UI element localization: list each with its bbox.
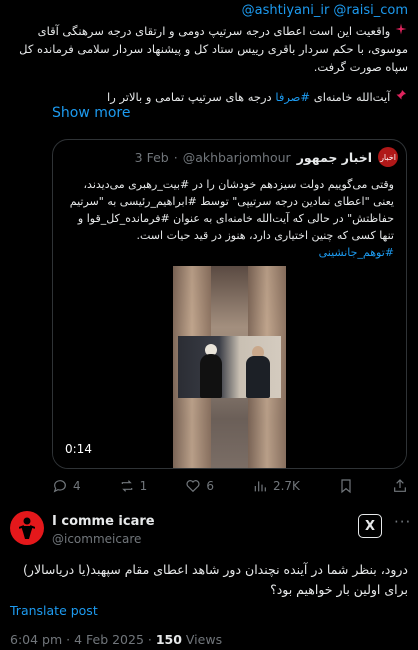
avatar[interactable] <box>10 511 44 545</box>
hashtag-link[interactable]: #صرفا <box>275 90 310 104</box>
like-action[interactable]: 6 <box>185 478 214 494</box>
reply-action[interactable]: 4 <box>52 478 81 494</box>
separator-dot: · <box>173 149 178 165</box>
repost-icon <box>121 480 132 492</box>
reply-icon <box>53 480 66 493</box>
share-action[interactable] <box>392 478 408 494</box>
quoted-hashtag[interactable]: #توهم_جانشینی <box>65 244 394 261</box>
tweet-timestamp[interactable]: 6:04 pm · 4 Feb 2025 · <box>10 632 156 647</box>
quoted-tweet[interactable]: اخبار اخبار جمهور @akhbarjomhour · 3 Feb… <box>52 139 407 469</box>
tweet-meta: 6:04 pm · 4 Feb 2025 · 150 Views <box>10 632 222 647</box>
views-count: 2.7K <box>272 479 300 493</box>
tweet-action-bar: 4 1 6 2.7K <box>52 478 408 494</box>
show-more-link[interactable]: Show more <box>52 105 131 121</box>
translate-post-link[interactable]: Translate post <box>10 603 98 618</box>
reply-tweet-text: درود، بنظر شما در آینده نچندان دور شاهد … <box>23 562 408 597</box>
grok-icon: X <box>364 518 376 534</box>
tweet-paragraph-2: آیت‌الله خامنه‌ای #صرفا درجه های سرتیپ ت… <box>10 88 408 106</box>
repost-action[interactable]: 1 <box>119 478 148 494</box>
grok-button[interactable]: X <box>358 514 382 538</box>
tweet-paragraph-2-post: درجه های سرتیپ تمامی و بالاتر را <box>107 90 276 104</box>
sparkle-icon <box>394 22 408 40</box>
bar-chart-icon <box>254 481 266 492</box>
more-options-icon[interactable]: ··· <box>394 513 411 531</box>
author-name[interactable]: I comme icare <box>52 514 155 529</box>
bookmark-icon <box>341 479 351 494</box>
quoted-avatar-text: اخبار <box>380 152 396 162</box>
heart-icon <box>186 480 200 493</box>
tweet-paragraph-1: واقعیت این است اعطای درجه سرتیپ دومی و ا… <box>10 22 408 76</box>
bookmark-action[interactable] <box>338 478 354 494</box>
quoted-author-name[interactable]: اخبار جمهور <box>297 150 372 165</box>
video-still <box>178 336 281 398</box>
pushpin-icon <box>394 88 408 106</box>
reply-mentions[interactable]: @ashtiyani_ir @raisi_com <box>10 2 408 20</box>
share-icon <box>394 479 406 492</box>
quoted-date[interactable]: 3 Feb <box>135 150 169 165</box>
quoted-tweet-body: وقتی می‌گوییم دولت سیزدهم خودشان را در #… <box>65 176 394 261</box>
video-timestamp: 0:14 <box>65 442 92 456</box>
tweet-body: @ashtiyani_ir @raisi_com واقعیت این است … <box>10 2 408 106</box>
quoted-author-handle[interactable]: @akhbarjomhour <box>183 150 291 165</box>
avatar-figure <box>19 517 35 539</box>
tweet-paragraph-2-pre: آیت‌الله خامنه‌ای <box>310 90 391 104</box>
like-count: 6 <box>206 479 214 493</box>
video-frame <box>173 266 286 468</box>
quoted-avatar[interactable]: اخبار <box>378 147 398 167</box>
views-number: 150 <box>155 632 182 647</box>
author-handle[interactable]: @icommeicare <box>52 532 141 546</box>
quoted-text: وقتی می‌گوییم دولت سیزدهم خودشان را در #… <box>69 178 394 242</box>
views-label: Views <box>181 632 223 647</box>
tweet-paragraph-1-text: واقعیت این است اعطای درجه سرتیپ دومی و ا… <box>19 24 408 74</box>
views-action[interactable]: 2.7K <box>252 478 300 494</box>
repost-count: 1 <box>139 479 148 493</box>
quoted-tweet-header: اخبار اخبار جمهور @akhbarjomhour · 3 Feb <box>53 146 406 168</box>
reply-count: 4 <box>73 479 81 493</box>
video-player[interactable]: 0:14 <box>53 266 406 468</box>
